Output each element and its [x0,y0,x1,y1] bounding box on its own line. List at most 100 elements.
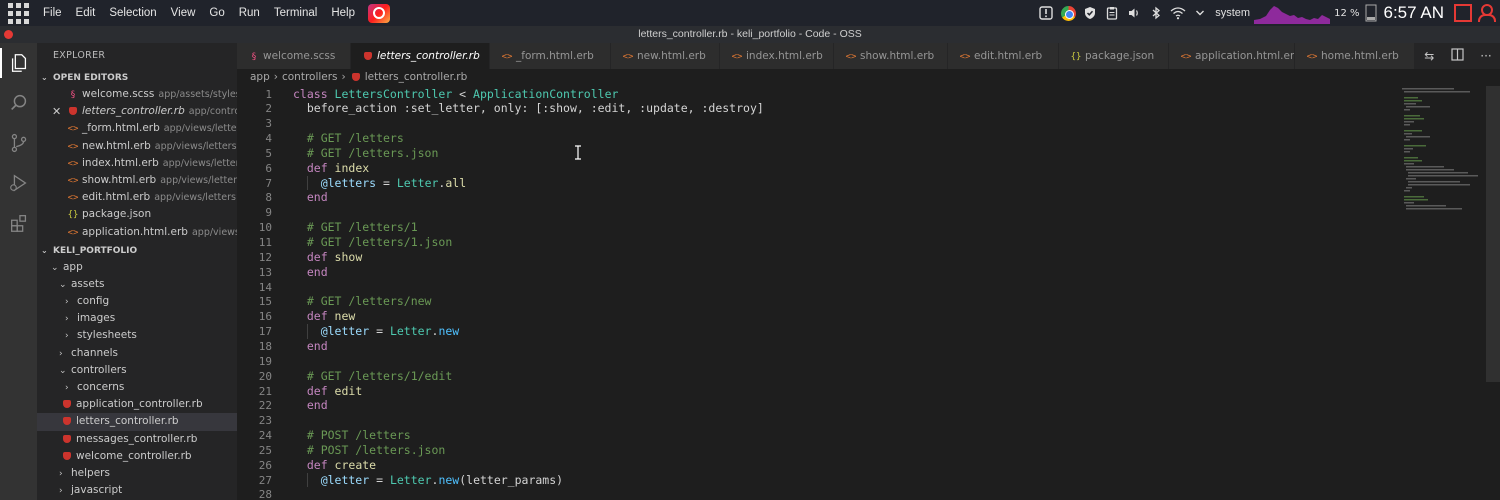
tree-folder-images[interactable]: › images [37,310,237,327]
open-editor-item[interactable]: § welcome.scssapp/assets/styleshe... [37,86,237,103]
tree-file-letters-controller[interactable]: letters_controller.rb [37,413,237,431]
wifi-icon[interactable] [1170,5,1186,21]
menu-file[interactable]: File [36,7,69,19]
code-line[interactable]: 24 # POST /letters [237,428,1397,443]
menu-view[interactable]: View [164,7,203,19]
tab-application-html-erb[interactable]: <> application.html.erb [1169,43,1295,69]
menu-terminal[interactable]: Terminal [267,7,324,19]
code-line[interactable]: 3 [237,116,1397,131]
window-close-button[interactable] [4,30,13,39]
close-icon[interactable]: ✕ [52,103,61,120]
app-grid-icon[interactable] [4,2,32,24]
menu-run[interactable]: Run [232,7,267,19]
volume-icon[interactable] [1126,5,1142,21]
breadcrumb-item[interactable]: letters_controller.rb [365,71,468,83]
chevron-down-icon[interactable] [1192,5,1208,21]
clock[interactable]: 6:57 AN [1384,3,1445,23]
code-editor[interactable]: 1 class LettersController < ApplicationCo… [237,86,1500,500]
window-switch-icon[interactable] [1454,4,1472,22]
code-line[interactable]: 17 @letter = Letter.new [237,324,1397,339]
code-line[interactable]: 23 [237,413,1397,428]
tree-folder-assets[interactable]: ⌄ assets [37,276,237,293]
breadcrumb-item[interactable]: app [250,71,270,83]
tab-form-html-erb[interactable]: <> _form.html.erb [490,43,611,69]
code-line[interactable]: 8 end [237,190,1397,205]
breadcrumb-item[interactable]: controllers [282,71,338,83]
code-line[interactable]: 2 before_action :set_letter, only: [:sho… [237,101,1397,116]
code-line[interactable]: 22 end [237,398,1397,413]
tree-folder-javascript[interactable]: › javascript [37,482,237,499]
code-line[interactable]: 6 def index [237,161,1397,176]
tree-file-welcome-controller[interactable]: welcome_controller.rb [37,448,237,465]
tree-file-application-controller[interactable]: application_controller.rb [37,396,237,413]
tree-file-messages-controller[interactable]: messages_controller.rb [37,431,237,448]
tree-folder-controllers[interactable]: ⌄ controllers [37,362,237,379]
tree-folder-app[interactable]: ⌄ app [37,259,237,276]
code-line[interactable]: 21 def edit [237,384,1397,399]
minimap[interactable] [1400,86,1486,216]
compare-icon[interactable]: ⇆ [1424,49,1434,63]
user-menu-icon[interactable] [1478,4,1496,22]
open-editor-item-active[interactable]: ✕ letters_controller.rbapp/controll... [37,103,237,120]
open-editor-item[interactable]: <>application.html.erbapp/views/l... [37,224,237,241]
tab-package-json[interactable]: {} package.json [1059,43,1169,69]
extensions-activity[interactable] [0,203,37,243]
more-actions-icon[interactable]: ··· [1480,49,1491,63]
camera-app-icon[interactable] [367,3,390,23]
open-editor-item[interactable]: <> index.html.erb app/views/letters [37,155,237,172]
run-debug-activity[interactable] [0,163,37,203]
code-line[interactable]: 7 @letters = Letter.all [237,176,1397,191]
clipboard-icon[interactable] [1104,5,1120,21]
menu-go[interactable]: Go [202,7,231,19]
alert-icon[interactable] [1038,5,1054,21]
tree-folder-concerns[interactable]: › concerns [37,379,237,396]
source-control-activity[interactable] [0,123,37,163]
code-line[interactable]: 11 # GET /letters/1.json [237,235,1397,250]
code-line[interactable]: 19 [237,354,1397,369]
menu-selection[interactable]: Selection [102,7,163,19]
code-line[interactable]: 1 class LettersController < ApplicationCo… [237,87,1397,102]
open-editor-item[interactable]: <> edit.html.erb app/views/letters [37,189,237,206]
tree-folder-channels[interactable]: › channels [37,345,237,362]
tree-folder-config[interactable]: › config [37,293,237,310]
bluetooth-icon[interactable] [1148,5,1164,21]
menu-edit[interactable]: Edit [69,7,103,19]
tree-folder-stylesheets[interactable]: › stylesheets [37,327,237,344]
code-line[interactable]: 5 # GET /letters.json [237,146,1397,161]
editor-scrollbar[interactable] [1486,86,1500,382]
tab-home-html-erb[interactable]: <> home.html.erb [1295,43,1415,69]
code-line[interactable]: 4 # GET /letters [237,131,1397,146]
code-line[interactable]: 15 # GET /letters/new [237,294,1397,309]
tab-show-html-erb[interactable]: <> show.html.erb [834,43,948,69]
code-line[interactable]: 25 # POST /letters.json [237,443,1397,458]
tab-edit-html-erb[interactable]: <> edit.html.erb [948,43,1059,69]
code-line[interactable]: 10 # GET /letters/1 [237,220,1397,235]
code-line[interactable]: 27 @letter = Letter.new(letter_params) [237,473,1397,488]
code-line[interactable]: 26 def create [237,458,1397,473]
tab-new-html-erb[interactable]: <> new.html.erb [611,43,720,69]
tab-welcome-scss[interactable]: § welcome.scss [237,43,351,69]
explorer-activity[interactable] [0,43,37,83]
open-editor-item[interactable]: {} package.json [37,206,237,223]
open-editors-header[interactable]: ⌄ OPEN EDITORS [37,69,237,86]
code-line[interactable]: 28 [237,487,1397,500]
open-editor-item[interactable]: <> show.html.erb app/views/letters [37,172,237,189]
tree-folder-helpers[interactable]: › helpers [37,465,237,482]
open-editor-item[interactable]: <>_form.html.erbapp/views/letters [37,120,237,137]
split-editor-icon[interactable] [1451,48,1464,64]
code-line[interactable]: 16 def new [237,309,1397,324]
shield-icon[interactable] [1082,5,1098,21]
code-line[interactable]: 13 end [237,265,1397,280]
code-line[interactable]: 14 [237,280,1397,295]
tab-letters-controller[interactable]: letters_controller.rb✕ [351,43,490,69]
code-line[interactable]: 12 def show [237,250,1397,265]
code-line[interactable]: 20 # GET /letters/1/edit [237,369,1397,384]
menu-help[interactable]: Help [324,7,362,19]
project-header[interactable]: ⌄ KELI_PORTFOLIO [37,242,237,259]
code-line[interactable]: 9 [237,205,1397,220]
open-editor-item[interactable]: <> new.html.erb app/views/letters [37,138,237,155]
code-line[interactable]: 18 end [237,339,1397,354]
search-activity[interactable] [0,83,37,123]
system-user-label[interactable]: system [1215,7,1250,19]
chrome-icon[interactable] [1060,5,1076,21]
